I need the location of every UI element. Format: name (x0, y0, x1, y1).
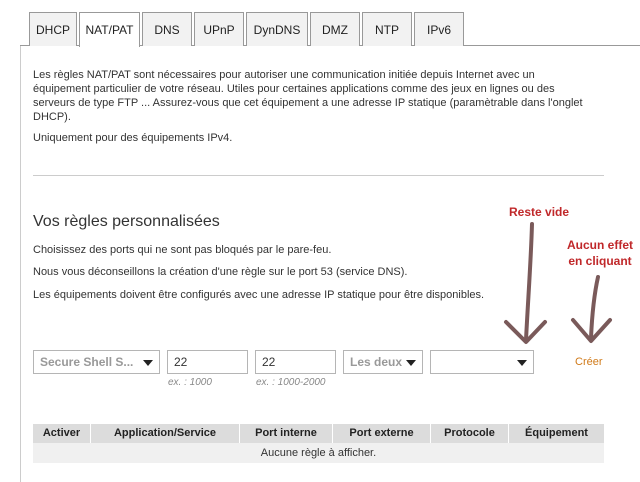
external-port-example: ex. : 1000-2000 (256, 377, 326, 388)
intro-text: Les règles NAT/PAT sont nécessaires pour… (33, 69, 583, 123)
col-external-port: Port externe (333, 424, 431, 443)
col-activer: Activer (33, 424, 91, 443)
col-application: Application/Service (91, 424, 240, 443)
hint-dns: Nous vous déconseillons la création d'un… (33, 266, 408, 278)
chevron-down-icon (406, 360, 416, 366)
tab-upnp[interactable]: UPnP (194, 12, 244, 46)
divider (33, 175, 604, 176)
protocol-select-value: Les deux (350, 355, 403, 369)
annotation-no-effect: Aucun effet en cliquant (567, 237, 633, 269)
empty-table-row: Aucune règle à afficher. (33, 443, 604, 463)
tab-nat-pat[interactable]: NAT/PAT (79, 12, 140, 47)
tab-bar: DHCP NAT/PAT DNS UPnP DynDNS DMZ NTP IPv… (20, 12, 640, 47)
annotation-no-effect-line1: Aucun effet (567, 238, 633, 252)
arrow-to-device-select (524, 222, 534, 342)
tab-ipv6[interactable]: IPv6 (414, 12, 464, 46)
arrowhead-create-button (571, 318, 612, 343)
ipv4-note: Uniquement pour des équipements IPv4. (33, 132, 233, 144)
protocol-select[interactable]: Les deux (343, 350, 423, 374)
section-title: Vos règles personnalisées (33, 213, 220, 230)
tab-dhcp[interactable]: DHCP (29, 12, 77, 46)
arrowhead-device-select (504, 320, 547, 344)
panel-border (20, 46, 21, 482)
rules-table: Activer Application/Service Port interne… (33, 424, 604, 463)
col-internal-port: Port interne (240, 424, 333, 443)
tab-ntp[interactable]: NTP (362, 12, 412, 46)
internal-port-input[interactable]: 22 (167, 350, 248, 374)
hint-static-ip: Les équipements doivent être configurés … (33, 289, 485, 301)
col-device: Équipement (525, 427, 588, 439)
tab-dns[interactable]: DNS (142, 12, 192, 46)
create-button[interactable]: Créer (575, 356, 603, 368)
tab-dyndns[interactable]: DynDNS (246, 12, 308, 46)
chevron-down-icon (517, 360, 527, 366)
service-select-value: Secure Shell S... (40, 355, 134, 369)
device-select[interactable] (430, 350, 534, 374)
table-header: Activer Application/Service Port interne… (33, 424, 604, 443)
arrow-to-create-button (589, 275, 600, 340)
annotation-empty: Reste vide (509, 205, 570, 219)
annotation-no-effect-line2: en cliquant (568, 254, 632, 268)
internal-port-example: ex. : 1000 (168, 377, 212, 388)
service-select[interactable]: Secure Shell S... (33, 350, 160, 374)
hint-ports: Choisissez des ports qui ne sont pas blo… (33, 244, 332, 256)
chevron-down-icon (143, 360, 153, 366)
tab-dmz[interactable]: DMZ (310, 12, 360, 46)
external-port-input[interactable]: 22 (255, 350, 336, 374)
col-protocol: Protocole (431, 424, 509, 443)
